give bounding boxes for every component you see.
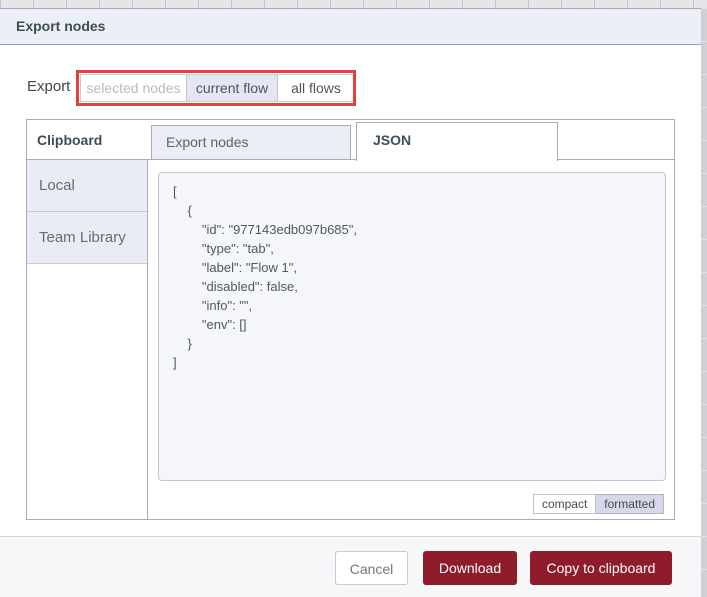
dialog-footer: Cancel Download Copy to clipboard (0, 536, 701, 597)
formatted-button[interactable]: formatted (596, 494, 664, 514)
export-option-current-flow[interactable]: current flow (186, 75, 277, 101)
tab-export-nodes[interactable]: Export nodes (151, 125, 351, 160)
compact-button[interactable]: compact (532, 494, 597, 514)
export-option-all-flows[interactable]: all flows (277, 75, 354, 101)
sidebar-item-team-library[interactable]: Team Library (27, 212, 147, 264)
export-dialog-screen: Export nodes Export selected nodes curre… (0, 0, 707, 597)
workspace-grid-right (701, 8, 707, 597)
tab-bar: Clipboard Export nodes JSON (27, 120, 674, 161)
copy-to-clipboard-button[interactable]: Copy to clipboard (530, 551, 672, 585)
cancel-button[interactable]: Cancel (335, 551, 408, 585)
workspace-grid-top (0, 0, 707, 8)
export-option-selected-nodes[interactable]: selected nodes (81, 75, 186, 101)
export-nodes-dialog: Export nodes Export selected nodes curre… (0, 8, 701, 597)
panel-label-clipboard: Clipboard (37, 132, 103, 148)
dialog-title: Export nodes (16, 18, 106, 34)
json-export-content[interactable]: [ { "id": "977143edb097b685", "type": "t… (173, 182, 651, 372)
tab-json[interactable]: JSON (356, 122, 558, 161)
format-toggle-group: compact formatted (532, 494, 664, 514)
sidebar-item-local[interactable]: Local (27, 160, 147, 212)
dialog-header: Export nodes (0, 9, 701, 45)
clipboard-panel: Clipboard Export nodes JSON Local Team L… (26, 119, 675, 520)
export-scope-group: selected nodes current flow all flows (80, 74, 355, 102)
json-export-view[interactable]: [ { "id": "977143edb097b685", "type": "t… (158, 172, 666, 481)
download-button[interactable]: Download (423, 551, 517, 585)
library-sidebar: Local Team Library (27, 160, 148, 519)
export-label: Export (27, 78, 71, 95)
